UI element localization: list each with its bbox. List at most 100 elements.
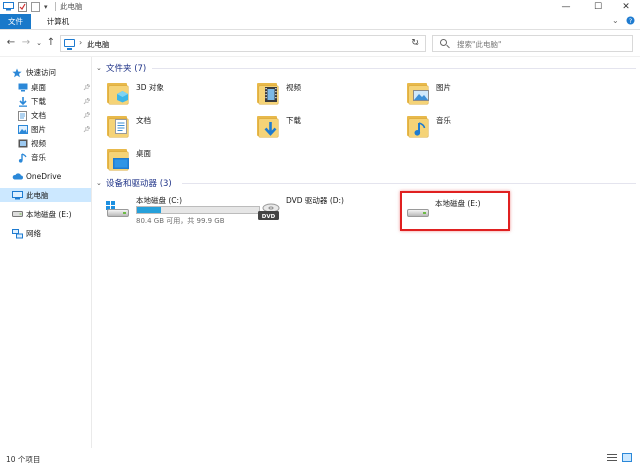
sidebar-item-quick-access[interactable]: 快速访问	[0, 65, 91, 79]
minimize-button[interactable]: —	[552, 0, 580, 13]
help-icon[interactable]: ?	[626, 16, 635, 27]
picture-icon	[18, 124, 28, 134]
sidebar-item-label: 视频	[31, 138, 46, 148]
forward-button[interactable]: →	[20, 36, 32, 50]
computer-icon	[64, 39, 75, 50]
computer-icon	[12, 190, 23, 200]
sidebar-item-music[interactable]: 音乐	[0, 150, 91, 164]
music-folder-icon	[406, 114, 430, 138]
ribbon-tabs: 文件 计算机 ⌄ ?	[0, 13, 640, 30]
tab-file[interactable]: 文件	[0, 14, 31, 29]
group-title: 设备和驱动器 (3)	[106, 179, 172, 189]
status-bar: 10 个项目	[0, 448, 640, 466]
details-view-icon[interactable]	[607, 453, 617, 462]
dvd-drive-icon: DVD	[256, 203, 280, 221]
3d-objects-icon	[106, 81, 130, 105]
navigation-pane: 快速访问 桌面 📌︎ 下载 📌︎ 文档 📌︎ 图片 📌︎ 视频 音乐 OneDr…	[0, 57, 92, 448]
title-bar: ▾ 此电脑 — ☐ ✕	[0, 0, 640, 13]
sidebar-item-label: 桌面	[31, 82, 46, 92]
video-icon	[18, 139, 28, 148]
sidebar-item-label: 此电脑	[26, 190, 49, 200]
search-placeholder: 搜索"此电脑"	[457, 40, 502, 49]
tab-computer[interactable]: 计算机	[38, 14, 78, 29]
group-divider	[182, 183, 636, 184]
customize-toolbar-icon[interactable]: ▾	[44, 1, 48, 12]
folder-3d-objects[interactable]: 3D 对象	[106, 79, 246, 113]
item-count: 10 个项目	[6, 455, 41, 464]
content-pane: ⌄ 文件夹 (7) 3D 对象 视频 图片 文档 下载 音乐 桌面 ⌄ 设备和驱…	[92, 57, 640, 448]
sidebar-item-documents[interactable]: 文档 📌︎	[0, 108, 91, 122]
sidebar-item-desktop[interactable]: 桌面 📌︎	[0, 80, 91, 94]
group-title: 文件夹 (7)	[106, 64, 147, 74]
sidebar-item-network[interactable]: 网络	[0, 226, 91, 240]
chevron-down-icon[interactable]: ⌄	[612, 16, 619, 25]
recent-locations-button[interactable]: ⌄	[33, 36, 45, 50]
sidebar-item-drive-e[interactable]: 本地磁盘 (E:)	[0, 207, 91, 221]
group-divider	[152, 68, 636, 69]
desktop-icon	[18, 83, 28, 92]
maximize-button[interactable]: ☐	[584, 0, 612, 13]
up-button[interactable]: ↑	[45, 36, 57, 50]
large-icons-view-icon[interactable]	[622, 453, 632, 462]
breadcrumb-this-pc[interactable]: 此电脑	[87, 39, 110, 50]
properties-icon[interactable]	[18, 1, 27, 12]
group-header-devices[interactable]: ⌄ 设备和驱动器 (3)	[96, 177, 636, 189]
folder-desktop[interactable]: 桌面	[106, 145, 246, 179]
desktop-folder-icon	[106, 147, 130, 171]
drive-label: DVD 驱动器 (D:)	[286, 196, 344, 205]
svg-text:?: ?	[629, 17, 632, 25]
sidebar-item-label: 下载	[31, 96, 46, 106]
back-button[interactable]: ←	[5, 36, 17, 50]
search-icon	[440, 39, 447, 46]
sidebar-item-label: 网络	[26, 228, 41, 238]
folder-pictures[interactable]: 图片	[406, 79, 546, 113]
sidebar-item-videos[interactable]: 视频	[0, 136, 91, 150]
pin-icon[interactable]: 📌︎	[83, 112, 91, 119]
folder-documents[interactable]: 文档	[106, 112, 246, 146]
folder-label: 音乐	[436, 116, 451, 125]
video-folder-icon	[256, 81, 280, 105]
sidebar-item-label: 音乐	[31, 152, 46, 162]
cloud-icon	[12, 172, 23, 181]
drive-usage-bar	[136, 206, 260, 214]
pin-icon[interactable]: 📌︎	[83, 98, 91, 105]
folder-label: 桌面	[136, 149, 151, 158]
folder-label: 视频	[286, 83, 301, 92]
folder-videos[interactable]: 视频	[256, 79, 396, 113]
sidebar-item-this-pc[interactable]: 此电脑	[0, 188, 91, 202]
sidebar-item-label: 快速访问	[26, 67, 56, 77]
sidebar-item-onedrive[interactable]: OneDrive	[0, 169, 91, 183]
close-button[interactable]: ✕	[612, 0, 640, 13]
sidebar-item-label: 文档	[31, 110, 46, 120]
window-title: 此电脑	[60, 2, 83, 11]
sidebar-item-label: OneDrive	[26, 171, 62, 181]
search-input[interactable]: 搜索"此电脑"	[432, 35, 633, 52]
folder-downloads[interactable]: 下载	[256, 112, 396, 146]
chevron-down-icon[interactable]: ⌄	[96, 64, 106, 72]
sidebar-item-pictures[interactable]: 图片 📌︎	[0, 122, 91, 136]
group-header-folders[interactable]: ⌄ 文件夹 (7)	[96, 62, 636, 74]
pin-icon[interactable]: 📌︎	[83, 84, 91, 91]
windows-drive-icon	[106, 201, 130, 221]
network-icon	[12, 228, 23, 238]
pin-icon[interactable]: 📌︎	[83, 126, 91, 133]
music-icon	[18, 152, 28, 163]
folder-label: 图片	[436, 83, 451, 92]
document-icon	[18, 110, 28, 121]
app-computer-icon	[3, 1, 14, 12]
sidebar-item-label: 本地磁盘 (E:)	[26, 209, 72, 219]
title-divider	[55, 2, 56, 11]
folder-music[interactable]: 音乐	[406, 112, 546, 146]
address-bar[interactable]: › 此电脑 ⌄	[60, 35, 426, 52]
pictures-folder-icon	[406, 81, 430, 105]
drive-label: 本地磁盘 (C:)	[136, 196, 182, 205]
new-folder-icon[interactable]	[31, 1, 40, 12]
star-icon	[12, 68, 22, 77]
download-icon	[18, 96, 28, 107]
refresh-button[interactable]: ↻	[408, 38, 422, 50]
documents-folder-icon	[106, 114, 130, 138]
folder-label: 下载	[286, 116, 301, 125]
breadcrumb-arrow-icon[interactable]: ›	[79, 38, 82, 47]
chevron-down-icon[interactable]: ⌄	[96, 179, 106, 187]
sidebar-item-downloads[interactable]: 下载 📌︎	[0, 94, 91, 108]
